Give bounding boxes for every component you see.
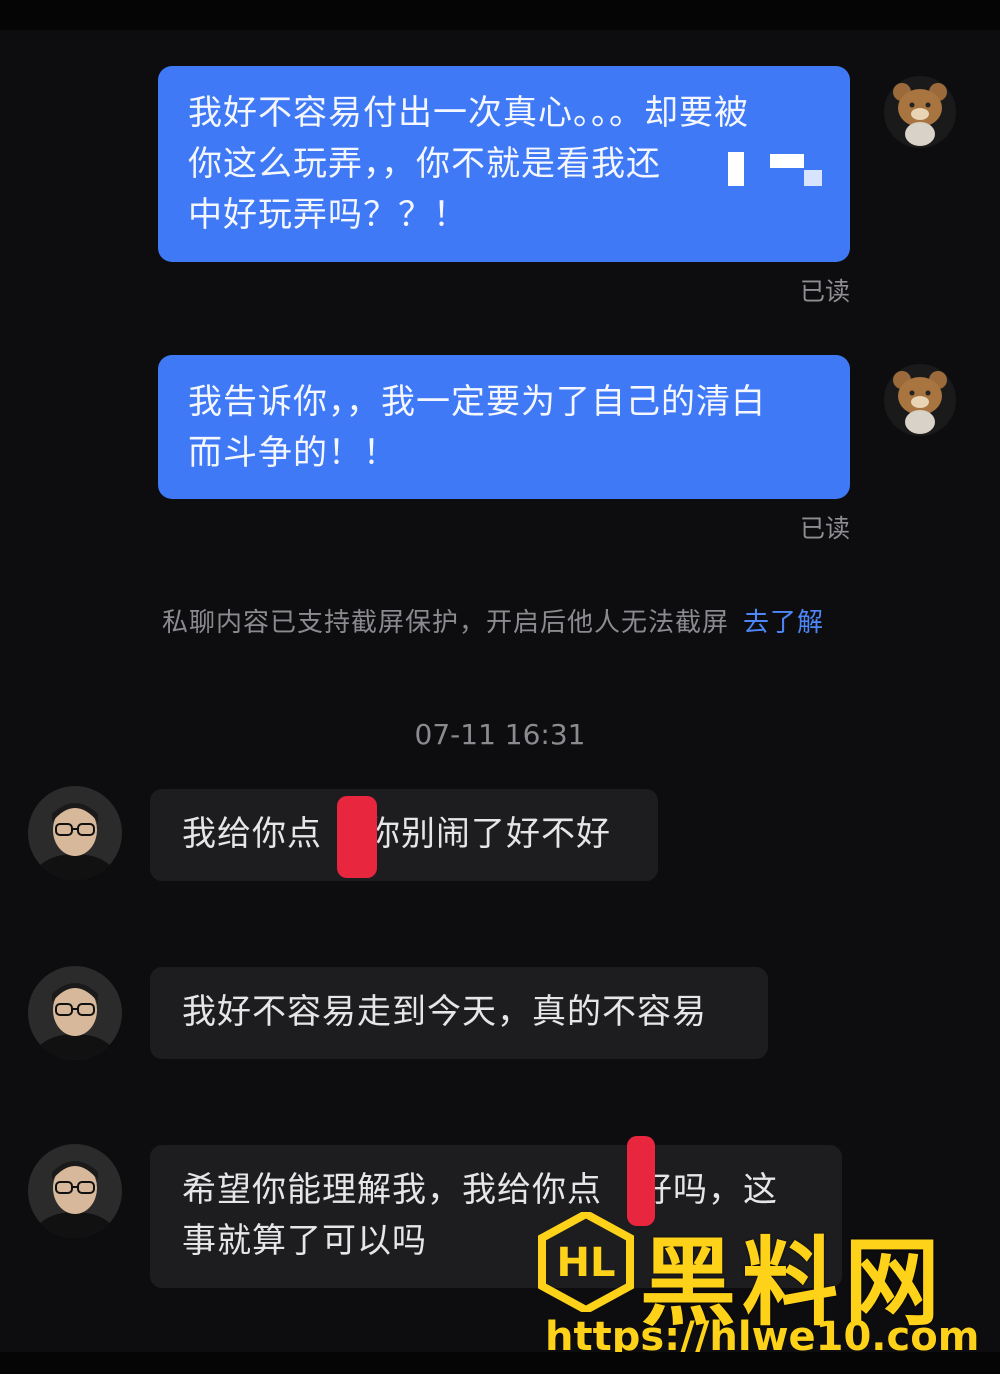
- censor-block: [728, 152, 744, 186]
- man-avatar-icon[interactable]: [28, 1144, 122, 1238]
- message-line: 我好不容易付出一次真心。。。却要被: [188, 93, 749, 133]
- bottom-bar: [0, 1352, 1000, 1374]
- svg-text:HL: HL: [557, 1240, 616, 1286]
- censor-block: [770, 154, 804, 168]
- notice-text: 私聊内容已支持截屏保护，开启后他人无法截屏: [162, 608, 730, 638]
- status-bar: [0, 0, 1000, 30]
- message-bubble-outgoing[interactable]: 我好不容易付出一次真心。。。却要被 你这么玩弄，，你不就是看我还 中好玩弄吗？？…: [158, 66, 850, 262]
- message-text: 你别闹了好不好: [366, 814, 611, 854]
- bear-avatar-icon[interactable]: [884, 364, 956, 436]
- message-line: 而斗争的！！: [188, 433, 398, 473]
- message-line: 中好玩弄吗？？！: [188, 195, 468, 235]
- screenshot-protection-notice: 私聊内容已支持截屏保护，开启后他人无法截屏 去了解: [162, 602, 824, 639]
- man-avatar-icon[interactable]: [28, 966, 122, 1060]
- bear-avatar-icon[interactable]: [884, 76, 956, 148]
- censor-block: [804, 170, 822, 186]
- message-bubble-outgoing[interactable]: 我告诉你，，我一定要为了自己的清白 而斗争的！！: [158, 355, 850, 499]
- redaction-mark: [337, 796, 377, 878]
- message-text: 我给你点: [182, 814, 322, 854]
- message-bubble-incoming[interactable]: 我给你点 你别闹了好不好: [150, 789, 658, 881]
- message-text: 我好不容易走到今天，真的不容易: [182, 992, 707, 1032]
- read-status: 已读: [799, 277, 850, 306]
- message-line: 你这么玩弄，，你不就是看我还: [188, 144, 661, 184]
- message-timestamp: 07-11 16:31: [414, 718, 586, 751]
- watermark-logo-icon: HL: [538, 1212, 634, 1312]
- man-avatar-icon[interactable]: [28, 786, 122, 880]
- message-line: 我告诉你，，我一定要为了自己的清白: [188, 382, 766, 422]
- learn-more-link[interactable]: 去了解: [743, 608, 824, 638]
- read-status: 已读: [799, 514, 850, 543]
- message-bubble-incoming[interactable]: 我好不容易走到今天，真的不容易: [150, 967, 768, 1059]
